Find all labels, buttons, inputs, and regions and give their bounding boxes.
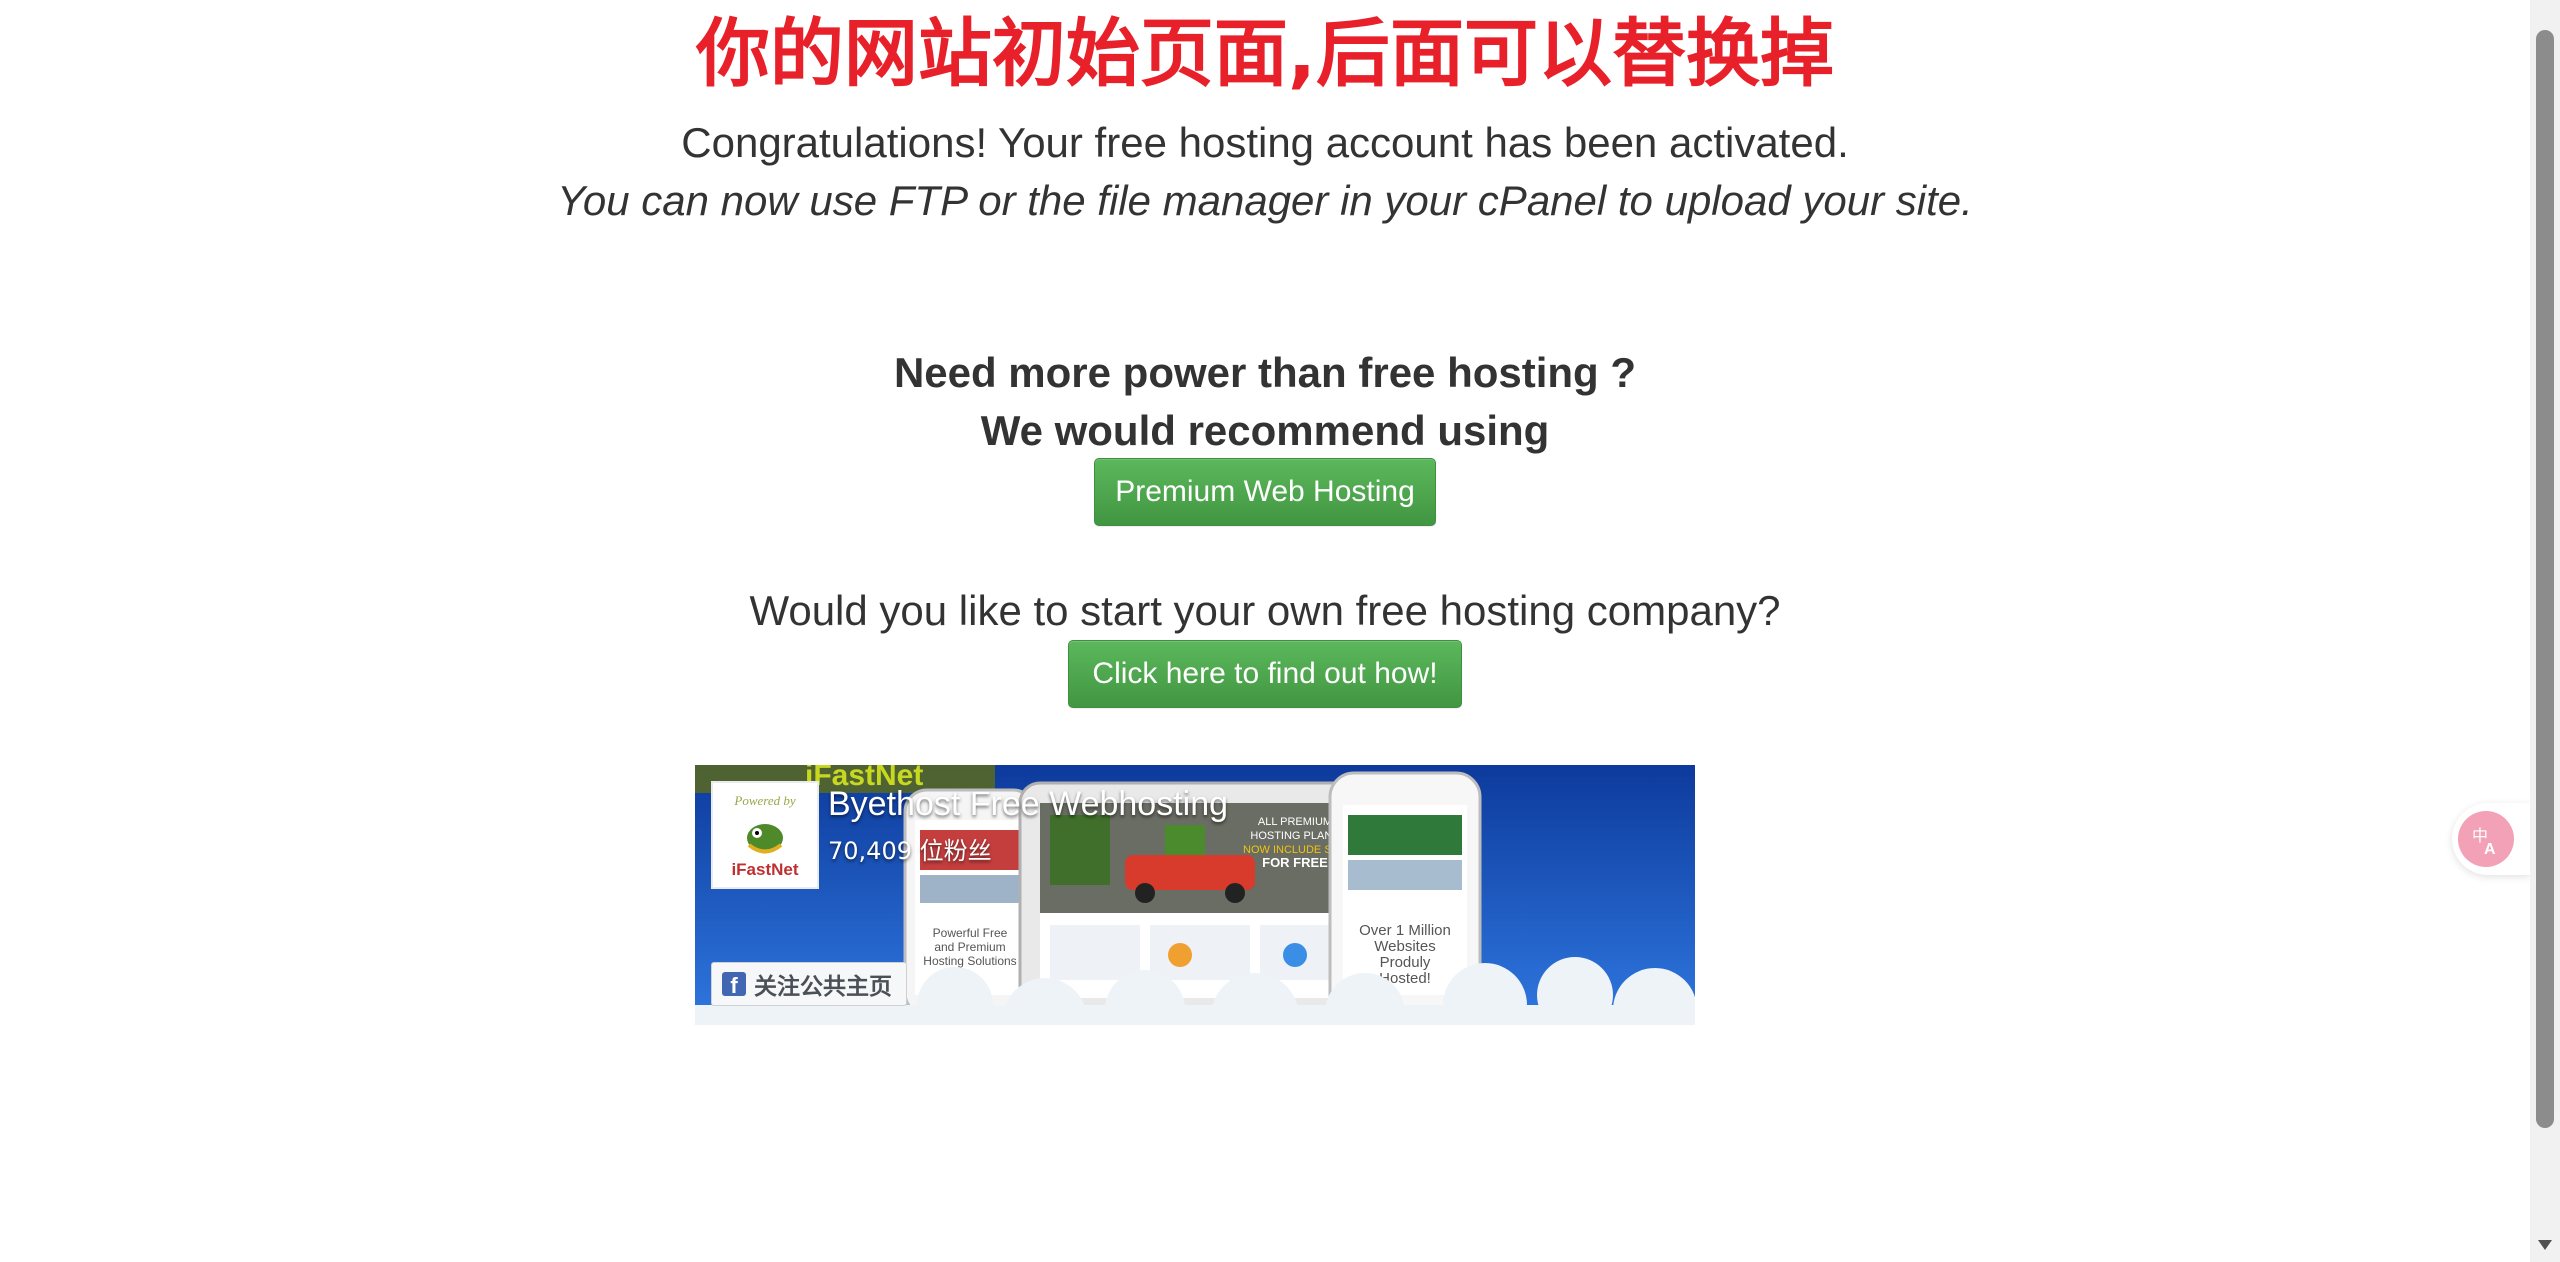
facebook-follow-button[interactable]: f 关注公共主页 [711,962,907,1006]
svg-text:and Premium: and Premium [934,940,1005,954]
upsell-line-1: Need more power than free hosting ? [893,349,1637,396]
scrollbar-thumb[interactable] [2536,30,2554,1128]
facebook-page-widget[interactable]: iFastNet Powerful Free and Premium Hosti… [695,765,1695,1025]
vertical-scrollbar[interactable] [2530,0,2560,1262]
translate-widget[interactable]: 中 A [2452,803,2530,875]
reseller-question: Would you like to start your own free ho… [749,587,1781,634]
congrats-text: Congratulations! Your free hosting accou… [681,119,1849,166]
svg-text:Produly: Produly [1380,954,1431,971]
svg-text:Hosting Solutions: Hosting Solutions [923,954,1016,968]
page-headline: 你的网站初始页面,后面可以替换掉 [695,11,1835,97]
svg-text:ALL PREMIUM: ALL PREMIUM [1258,816,1332,828]
upload-instructions: You can now use FTP or the file manager … [557,177,1973,224]
upsell-heading: Need more power than free hosting ? We w… [0,344,2530,460]
premium-web-hosting-button[interactable]: Premium Web Hosting [1094,458,1436,526]
svg-text:FOR FREE: FOR FREE [1262,855,1328,870]
svg-text:iFastNet: iFastNet [731,860,798,879]
cover-phone-left-text: Powerful Free [933,926,1008,940]
facebook-page-name[interactable]: Byethost Free Webhosting [828,785,1228,824]
translate-icon: 中 A [2458,811,2514,867]
svg-text:Powered by: Powered by [733,793,795,808]
ifastnet-logo[interactable]: Powered by iFastNet [711,781,819,889]
follow-button-label: 关注公共主页 [754,974,892,1000]
facebook-follower-count: 70,409 位粉丝 [828,837,992,865]
upsell-line-2: We would recommend using [980,407,1550,454]
svg-text:Websites: Websites [1374,938,1435,955]
facebook-f-icon: f [722,972,746,996]
svg-text:A: A [2484,841,2496,857]
arrow-down-icon[interactable] [2538,1240,2552,1250]
svg-text:Over 1 Million: Over 1 Million [1359,922,1451,939]
find-out-how-button[interactable]: Click here to find out how! [1068,640,1462,708]
svg-text:HOSTING PLANS: HOSTING PLANS [1250,830,1339,842]
